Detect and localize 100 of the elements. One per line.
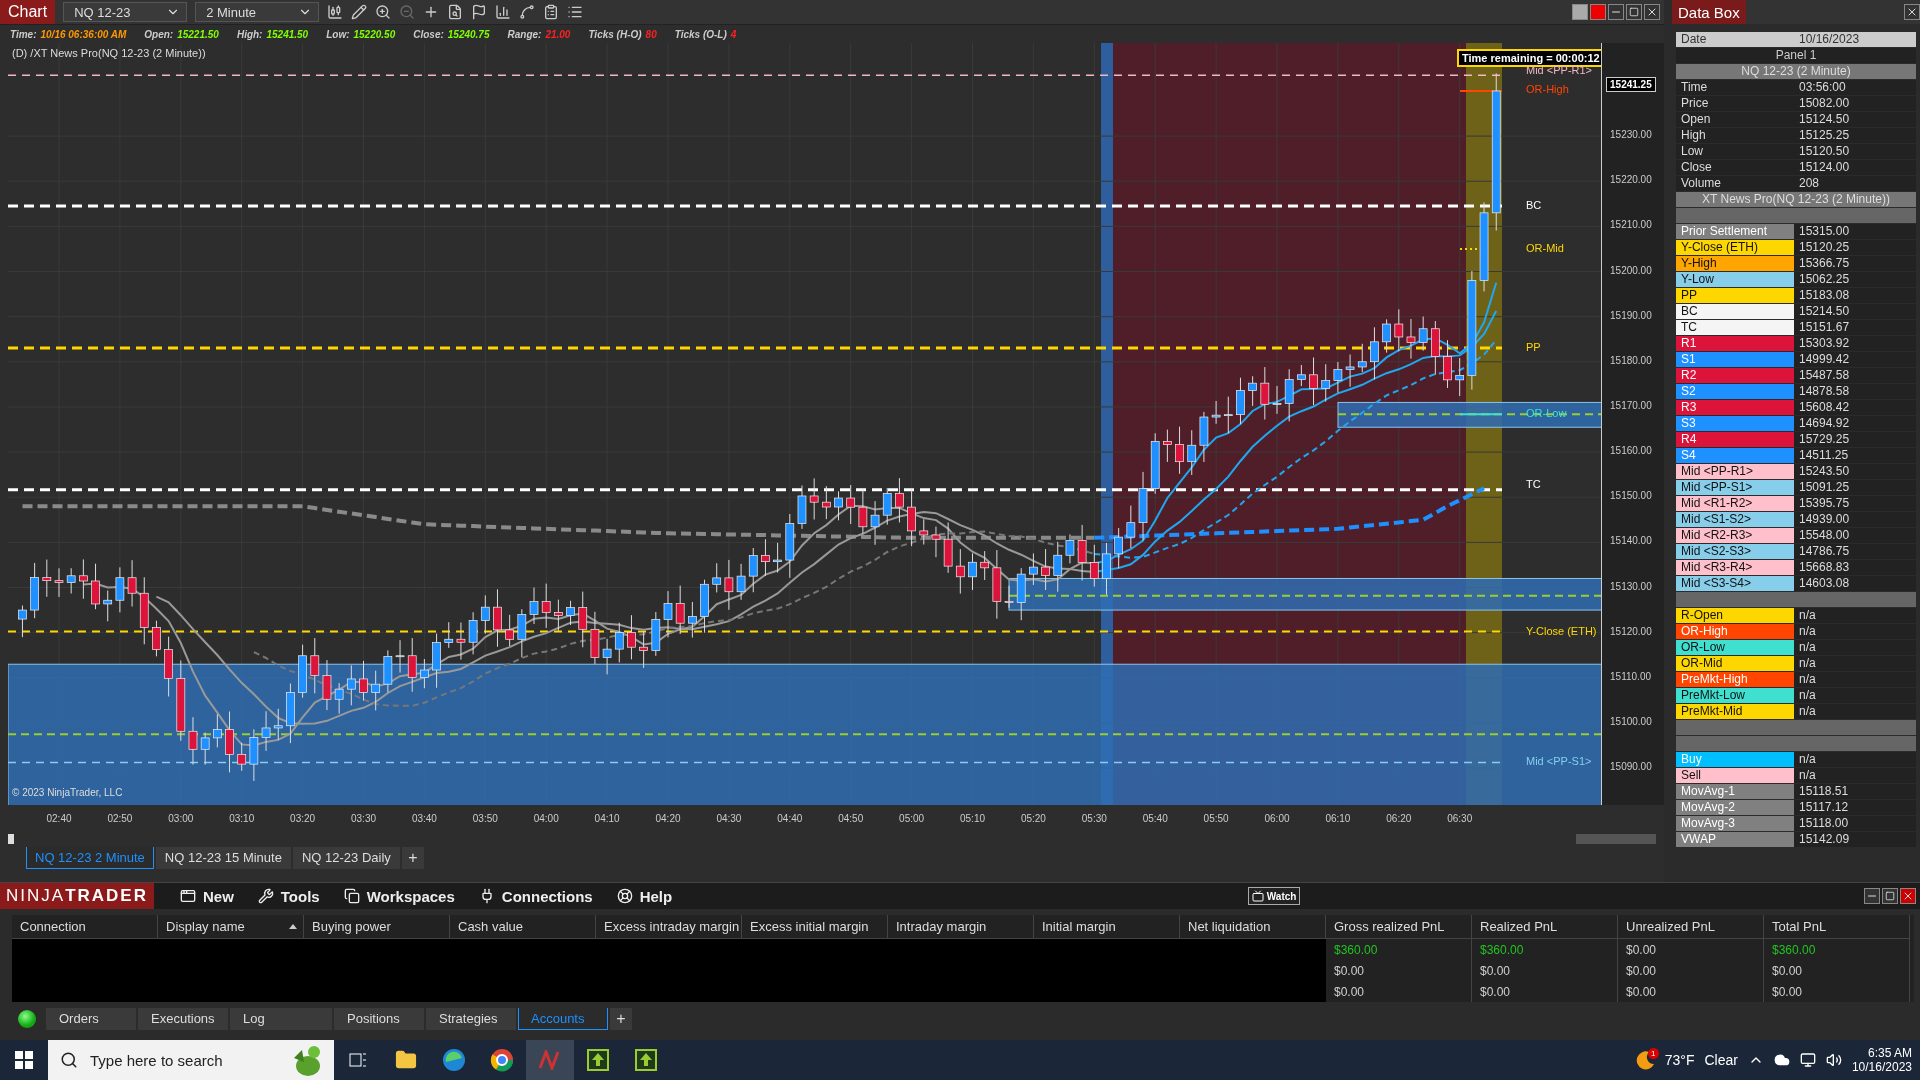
browser-icon[interactable] [490, 1048, 514, 1072]
close-button[interactable] [1900, 888, 1916, 904]
panel-tab[interactable]: Executions [138, 1008, 228, 1030]
maximize-button[interactable] [1626, 4, 1642, 20]
panel-tab[interactable]: Orders [46, 1008, 136, 1030]
link-color-button[interactable] [1572, 4, 1588, 20]
level-label: BC [1526, 199, 1542, 212]
flag-icon[interactable] [471, 4, 488, 20]
price-label: 15150.00 [1610, 490, 1652, 502]
row-label: Time [1680, 80, 1709, 95]
chart-tab[interactable]: NQ 12-23 2 Minute [26, 847, 154, 869]
column-header[interactable]: Gross realized PnL [1326, 915, 1472, 939]
file-search-icon[interactable] [447, 4, 464, 20]
row-label: MovAvg-1 [1676, 784, 1794, 799]
clock-time[interactable]: 6:35 AM [1867, 1046, 1912, 1060]
network-icon[interactable] [1799, 1052, 1816, 1068]
panel-tab[interactable]: Log [230, 1008, 332, 1030]
chart-tab[interactable]: NQ 12-23 15 Minute [155, 847, 291, 869]
time-label: 05:50 [1203, 813, 1229, 824]
cloud-icon[interactable] [1773, 1052, 1790, 1068]
menu-item[interactable]: Connections [466, 887, 605, 905]
table-cell: $0.00 [1764, 960, 1910, 981]
row-label: Mid <R1-R2> [1676, 496, 1794, 511]
row-value: 15120.25 [1798, 240, 1851, 255]
windows-logo-icon[interactable] [15, 1051, 33, 1069]
time-label: 03:10 [229, 813, 255, 824]
row-label: S2 [1676, 384, 1794, 399]
row-value: 14511.25 [1798, 448, 1850, 463]
row-value: 15062.25 [1798, 272, 1851, 287]
maximize-button[interactable] [1882, 888, 1898, 904]
list-icon[interactable] [567, 4, 584, 20]
row-label: High [1680, 128, 1707, 143]
panel-tab[interactable]: Positions [334, 1008, 424, 1030]
row-value: n/a [1798, 640, 1817, 655]
ohlc-field: Range: 21.00 [507, 28, 571, 40]
watch-button[interactable]: Watch [1247, 887, 1301, 905]
browser-icon[interactable] [442, 1048, 466, 1072]
row-value: 15214.50 [1798, 304, 1851, 319]
menu-item[interactable]: Tools [245, 887, 332, 905]
price-label: 15180.00 [1610, 354, 1652, 366]
price-label: 15170.00 [1610, 399, 1652, 411]
row-value: 14786.75 [1798, 544, 1851, 559]
tab-color-button[interactable] [1590, 4, 1606, 20]
ohlc-field: Time: 10/16 06:36:00 AM [10, 28, 127, 40]
row-value: 15548.00 [1798, 528, 1851, 543]
volume-icon[interactable] [1825, 1052, 1842, 1068]
clock-date[interactable]: 10/16/2023 [1851, 1060, 1912, 1074]
interval-dropdown[interactable]: 2 Minute [195, 2, 320, 22]
table-cell: $360.00 [1472, 939, 1618, 960]
folder-icon[interactable] [395, 1049, 417, 1071]
candlestick-icon[interactable] [327, 4, 344, 20]
close-button[interactable] [1644, 4, 1660, 20]
row-value: 15729.25 [1798, 432, 1851, 447]
row-label: Mid <S3-S4> [1676, 576, 1794, 591]
time-label: 06:00 [1264, 813, 1290, 824]
temperature-text: 73°F [1664, 1052, 1695, 1068]
ohlc-field: Ticks (H-O) 80 [588, 28, 657, 40]
table-cell: $0.00 [1472, 960, 1618, 981]
table-cell: $0.00 [1618, 981, 1764, 1002]
search-field[interactable]: Type here to search [48, 1040, 334, 1080]
row-value: 14999.42 [1798, 352, 1851, 367]
minimize-button[interactable] [1608, 4, 1624, 20]
level-label: OR-Mid [1526, 241, 1564, 254]
moon-icon[interactable] [1634, 1050, 1655, 1070]
column-header[interactable]: Realized PnL [1472, 915, 1618, 939]
menu-item[interactable]: New [167, 887, 246, 905]
row-label: Close [1680, 160, 1713, 175]
chart-tab[interactable]: NQ 12-23 Daily [292, 847, 400, 869]
minimize-button[interactable] [1864, 888, 1880, 904]
panel-tab[interactable]: Accounts [518, 1008, 608, 1030]
column-header[interactable]: Unrealized PnL [1618, 915, 1764, 939]
ohlc-field: Ticks (O-L) 4 [674, 28, 737, 40]
line-chart-icon[interactable] [519, 4, 536, 20]
task-view-icon[interactable] [349, 1052, 367, 1068]
instrument-dropdown[interactable]: NQ 12-23 [63, 2, 188, 22]
row-value: 15151.67 [1798, 320, 1851, 335]
column-header[interactable]: Total PnL [1764, 915, 1910, 939]
panel-tab[interactable]: Strategies [426, 1008, 516, 1030]
wrench-icon [257, 888, 274, 904]
app-icon[interactable] [635, 1049, 657, 1071]
close-button[interactable] [1904, 4, 1920, 20]
add-tab-button[interactable]: + [610, 1008, 632, 1030]
app-icon[interactable] [587, 1049, 609, 1071]
menu-item[interactable]: Workspaces [331, 887, 467, 905]
menu-item[interactable]: Help [604, 887, 685, 905]
add-tab-button[interactable]: + [401, 847, 424, 869]
row-label: PreMkt-Low [1676, 688, 1794, 703]
time-label: 03:40 [411, 813, 437, 824]
row-value: 15118.00 [1798, 816, 1850, 831]
pencil-icon[interactable] [351, 4, 368, 20]
bar-chart-icon[interactable] [495, 4, 512, 20]
level-label: Y-Close (ETH) [1526, 624, 1597, 637]
row-label: S1 [1676, 352, 1794, 367]
row-label: OR-High [1676, 624, 1794, 639]
time-label: 02:40 [46, 813, 72, 824]
window-icon [179, 888, 196, 904]
clipboard-icon[interactable] [543, 4, 560, 20]
zoom-in-icon[interactable] [375, 4, 392, 20]
horizontal-scrollbar[interactable] [8, 833, 1656, 845]
row-label: OR-Low [1676, 640, 1794, 655]
